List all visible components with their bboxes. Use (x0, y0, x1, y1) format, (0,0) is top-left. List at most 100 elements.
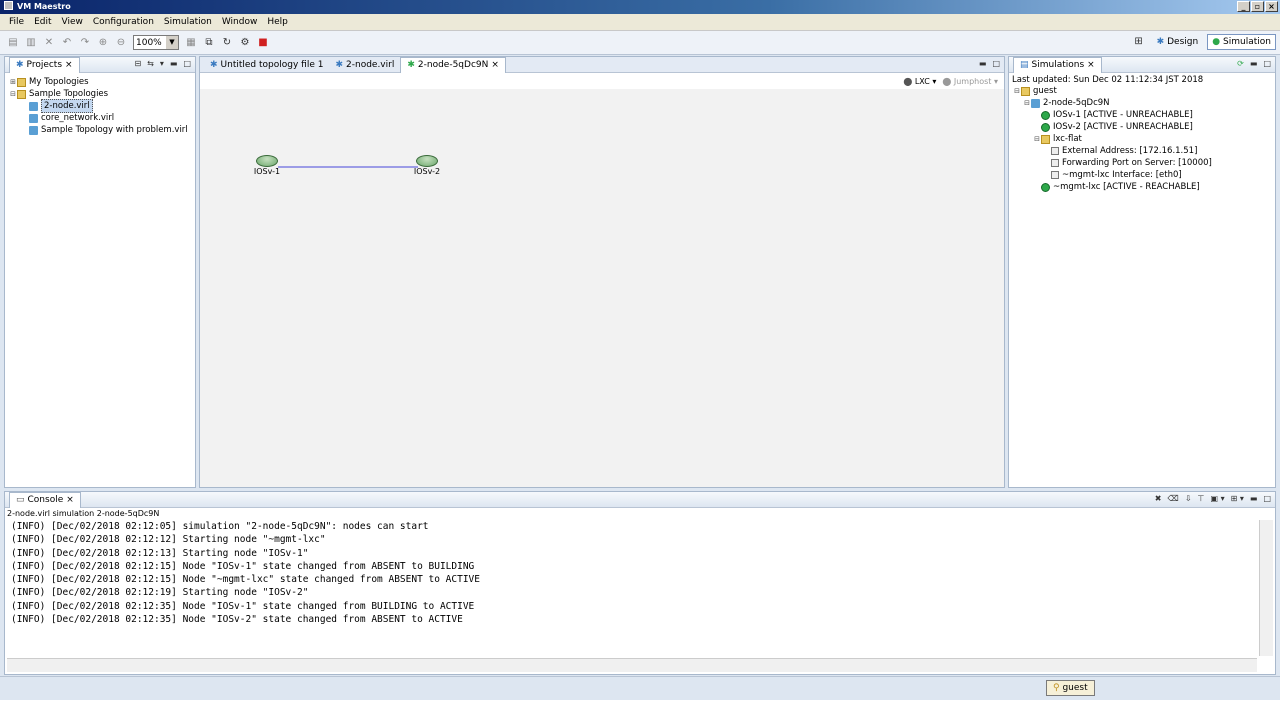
zoom-select[interactable]: 100% ▼ (133, 35, 179, 50)
expand-toggle-icon[interactable]: ⊟ (1023, 97, 1031, 109)
simulation-tree-item[interactable]: IOSv-1 [ACTIVE - UNREACHABLE] (1013, 109, 1271, 121)
maximize-view-icon[interactable]: □ (1263, 59, 1271, 68)
title-bar: VM Maestro _ ▫ × (0, 0, 1280, 14)
topology-icon (1031, 98, 1040, 108)
terminate-icon[interactable]: ✖ (1155, 494, 1162, 503)
refresh-icon[interactable]: ⟳ (1237, 59, 1244, 68)
jumphost-button[interactable]: ⬤ Jumphost ▾ (942, 77, 998, 86)
jumphost-label: Jumphost (953, 76, 992, 86)
simulation-tree-item[interactable]: Forwarding Port on Server: [10000] (1013, 157, 1271, 169)
menu-window[interactable]: Window (217, 17, 263, 27)
pin-console-icon[interactable]: ⊤ (1198, 494, 1205, 503)
simulation-tree-item[interactable]: ~mgmt-lxc Interface: [eth0] (1013, 169, 1271, 181)
project-tree-item[interactable]: 2-node.virl (9, 99, 191, 113)
menu-configuration[interactable]: Configuration (88, 17, 159, 27)
tab-untitled-topology[interactable]: ✱ Untitled topology file 1 (204, 57, 329, 73)
topology-file-icon (29, 101, 38, 111)
grid-icon[interactable]: ▦ (184, 36, 198, 50)
project-tree-item[interactable]: ⊟ Sample Topologies (9, 88, 191, 100)
console-horizontal-scrollbar[interactable] (7, 658, 1257, 672)
node-status-icon (1041, 182, 1050, 192)
tab-projects[interactable]: ✱ Projects × (9, 56, 80, 73)
project-tree-label: Sample Topology with problem.virl (41, 125, 188, 135)
minimize-view-icon[interactable]: ▬ (1250, 59, 1258, 68)
tab-2-node-virl[interactable]: ✱ 2-node.virl (329, 57, 400, 73)
expand-toggle-icon[interactable]: ⊟ (1013, 85, 1021, 97)
open-perspective-icon[interactable]: ⊞ (1132, 35, 1146, 49)
project-tree-item[interactable]: ⊞ My Topologies (9, 76, 191, 88)
minimize-view-icon[interactable]: ▬ (1250, 494, 1258, 503)
clear-console-icon[interactable]: ⌫ (1168, 494, 1179, 503)
scroll-lock-icon[interactable]: ⇩ (1185, 494, 1192, 503)
simulations-tab-label: Simulations (1031, 60, 1085, 70)
simulation-tree-label: IOSv-1 [ACTIVE - UNREACHABLE] (1053, 110, 1193, 120)
property-icon (1051, 147, 1059, 155)
maximize-view-icon[interactable]: □ (992, 59, 1000, 68)
redo-icon[interactable]: ↷ (78, 36, 92, 50)
simulation-tree-item[interactable]: ~mgmt-lxc [ACTIVE - REACHABLE] (1013, 181, 1271, 193)
open-console-icon[interactable]: ⊞ ▾ (1231, 494, 1244, 503)
simulation-tree-item[interactable]: ⊟ lxc-flat (1013, 133, 1271, 145)
node-iosv-2[interactable]: IOSv-2 (407, 155, 447, 176)
minimize-button[interactable]: _ (1237, 1, 1250, 12)
minimize-view-icon[interactable]: ▬ (170, 59, 178, 68)
menu-help[interactable]: Help (262, 17, 293, 27)
topology-file-icon (29, 113, 38, 123)
tab-simulations[interactable]: ▤ Simulations × (1013, 56, 1102, 73)
node-iosv-1[interactable]: IOSv-1 (247, 155, 287, 176)
expand-toggle-icon[interactable]: ⊟ (1033, 133, 1041, 145)
expand-toggle-icon[interactable]: ⊞ (9, 76, 17, 88)
menu-simulation[interactable]: Simulation (159, 17, 217, 27)
collapse-all-icon[interactable]: ⊟ (134, 59, 141, 68)
simulation-tree-item[interactable]: External Address: [172.16.1.51] (1013, 145, 1271, 157)
project-tree-item[interactable]: Sample Topology with problem.virl (9, 124, 191, 136)
expand-toggle-icon[interactable]: ⊟ (9, 88, 17, 100)
topology-icon: ✱ (407, 60, 415, 70)
tab-2-node-simulation[interactable]: ✱ 2-node-5qDc9N × (400, 56, 506, 73)
user-indicator[interactable]: ⚲ guest (1046, 680, 1095, 696)
link-editor-icon[interactable]: ⇆ (147, 59, 154, 68)
close-tab-icon[interactable]: × (1087, 57, 1095, 73)
view-menu-icon[interactable]: ▾ (160, 59, 164, 68)
refresh-icon[interactable]: ↻ (220, 36, 234, 50)
menu-view[interactable]: View (57, 17, 88, 27)
close-tab-icon[interactable]: × (65, 57, 73, 73)
simulation-tree-item[interactable]: ⊟ guest (1013, 85, 1271, 97)
simulation-tree-item[interactable]: IOSv-2 [ACTIVE - UNREACHABLE] (1013, 121, 1271, 133)
menu-edit[interactable]: Edit (29, 17, 56, 27)
simulation-tree-item[interactable]: ⊟ 2-node-5qDc9N (1013, 97, 1271, 109)
close-tab-icon[interactable]: × (66, 492, 74, 508)
lxc-button[interactable]: ⬤ LXC ▾ (903, 77, 936, 86)
link-layer (278, 166, 418, 168)
menu-file[interactable]: File (4, 17, 29, 27)
tab-label: Untitled topology file 1 (220, 59, 324, 70)
node-label: IOSv-2 (413, 167, 441, 176)
maximize-view-icon[interactable]: □ (183, 59, 191, 68)
settings-gear-icon[interactable]: ⚙ (238, 36, 252, 50)
save-icon[interactable]: ▥ (24, 36, 38, 50)
zoom-out-icon[interactable]: ⊖ (114, 36, 128, 50)
topology-file-icon (29, 125, 38, 135)
undo-icon[interactable]: ↶ (60, 36, 74, 50)
stop-icon[interactable]: ■ (256, 36, 270, 50)
restore-button[interactable]: ▫ (1251, 1, 1264, 12)
simulation-perspective-button[interactable]: ● Simulation (1207, 34, 1276, 50)
simulations-icon: ▤ (1020, 60, 1029, 70)
layout-icon[interactable]: ⧉ (202, 36, 216, 50)
zoom-in-icon[interactable]: ⊕ (96, 36, 110, 50)
console-vertical-scrollbar[interactable] (1259, 520, 1273, 656)
cut-icon[interactable]: ✕ (42, 36, 56, 50)
simulation-tree-label: guest (1033, 86, 1057, 96)
minimize-view-icon[interactable]: ▬ (979, 59, 987, 68)
maximize-view-icon[interactable]: □ (1263, 494, 1271, 503)
close-tab-icon[interactable]: × (491, 57, 499, 73)
console-output[interactable]: (INFO) [Dec/02/2018 02:12:05] simulation… (7, 520, 1257, 656)
display-console-icon[interactable]: ▣ ▾ (1210, 494, 1224, 503)
close-button[interactable]: × (1265, 1, 1278, 12)
design-perspective-button[interactable]: ✱ Design (1152, 34, 1204, 50)
project-tree-item[interactable]: core_network.virl (9, 112, 191, 124)
console-line: (INFO) [Dec/02/2018 02:12:12] Starting n… (11, 534, 326, 546)
tab-console[interactable]: ▭ Console × (9, 491, 81, 508)
new-icon[interactable]: ▤ (6, 36, 20, 50)
topology-canvas[interactable]: IOSv-1 IOSv-2 (200, 89, 1004, 487)
